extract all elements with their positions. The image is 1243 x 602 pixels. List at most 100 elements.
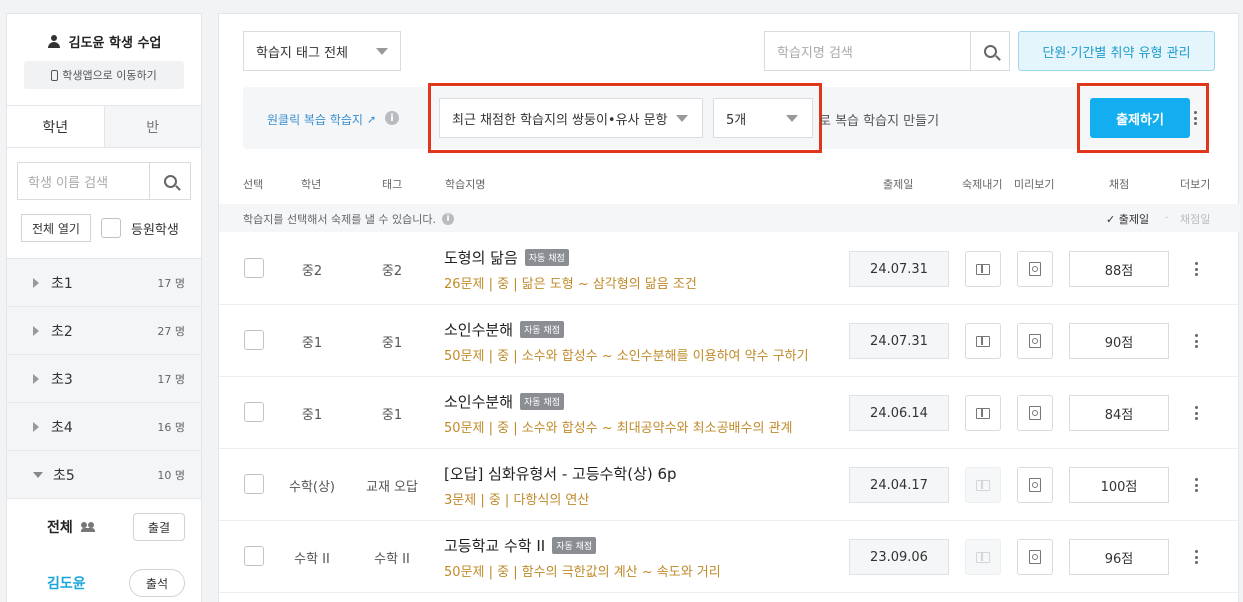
row-title[interactable]: [오답] 심화유형서 - 고등수학(상) 6p bbox=[444, 463, 677, 484]
row-title[interactable]: 고등학교 수학 II 자동 채점 bbox=[444, 535, 597, 556]
row-checkbox[interactable] bbox=[244, 402, 264, 422]
preview-icon bbox=[1029, 478, 1041, 492]
preview-button[interactable] bbox=[1017, 539, 1053, 575]
row-score[interactable]: 100점 bbox=[1069, 467, 1169, 503]
review-type-value: 최근 채점한 학습지의 쌍둥이•유사 문항 bbox=[452, 112, 668, 128]
profile-name: 김도윤 학생 수업 bbox=[68, 36, 162, 51]
more-icon[interactable] bbox=[1194, 550, 1198, 564]
search-icon bbox=[163, 174, 177, 188]
header-preview: 미리보기 bbox=[1014, 178, 1055, 191]
open-all-button[interactable]: 전체 열기 bbox=[21, 214, 91, 242]
row-date[interactable]: 24.04.17 bbox=[849, 467, 949, 503]
chevron-down-icon bbox=[676, 114, 688, 122]
review-type-select[interactable]: 최근 채점한 학습지의 쌍둥이•유사 문항 bbox=[439, 98, 703, 138]
row-checkbox[interactable] bbox=[244, 546, 264, 566]
grade-item[interactable]: 초4 16 명 bbox=[7, 403, 201, 451]
more-icon[interactable] bbox=[1194, 262, 1198, 276]
row-date[interactable]: 24.07.31 bbox=[849, 323, 949, 359]
header-grade: 학년 bbox=[301, 178, 322, 191]
book-icon bbox=[976, 479, 990, 491]
all-students-label: 전체 bbox=[47, 520, 73, 536]
more-icon[interactable] bbox=[1193, 111, 1197, 125]
attendance-button[interactable]: 출석 bbox=[128, 569, 185, 597]
table-row[interactable]: 중2 중2 도형의 닮음 자동 채점 26문제 | 중 | 닮은 도형 ~ 삼각… bbox=[219, 233, 1240, 305]
sort-by-date[interactable]: ✓ 출제일 bbox=[1106, 211, 1149, 227]
preview-button[interactable] bbox=[1017, 323, 1053, 359]
row-score[interactable]: 88점 bbox=[1069, 251, 1169, 287]
tab-class[interactable]: 반 bbox=[104, 106, 201, 147]
student-item[interactable]: 김도윤 출석 bbox=[7, 555, 201, 602]
book-icon bbox=[976, 551, 990, 563]
student-search: 학생 이름 검색 bbox=[17, 162, 191, 200]
row-title[interactable]: 소인수분해 자동 채점 bbox=[444, 319, 564, 340]
preview-button[interactable] bbox=[1017, 467, 1053, 503]
info-icon[interactable]: i bbox=[385, 111, 399, 125]
book-icon bbox=[976, 335, 990, 347]
expand-arrow-icon bbox=[33, 373, 39, 384]
row-desc: 26문제 | 중 | 닮은 도형 ~ 삼각형의 닮음 조건 bbox=[444, 277, 697, 292]
table-row[interactable]: 중1 중1 소인수분해 자동 채점 50문제 | 중 | 소수와 합성수 ~ 최… bbox=[219, 377, 1240, 449]
row-checkbox[interactable] bbox=[244, 330, 264, 350]
student-search-input[interactable]: 학생 이름 검색 bbox=[17, 162, 149, 200]
sort-by-graded[interactable]: 채점일 bbox=[1180, 211, 1210, 227]
homework-button[interactable] bbox=[965, 323, 1001, 359]
more-icon[interactable] bbox=[1194, 334, 1198, 348]
row-score[interactable]: 90점 bbox=[1069, 323, 1169, 359]
row-grade: 수학 II bbox=[294, 552, 330, 567]
row-date[interactable]: 24.06.14 bbox=[849, 395, 949, 431]
grade-item[interactable]: 초5 10 명 bbox=[7, 451, 201, 499]
row-title[interactable]: 도형의 닮음 자동 채점 bbox=[444, 247, 569, 268]
row-title-text: 고등학교 수학 II bbox=[444, 537, 546, 555]
preview-icon bbox=[1029, 406, 1041, 420]
row-tag: 중2 bbox=[381, 264, 403, 279]
profile-header: 김도윤 학생 수업 학생앱으로 이동하기 bbox=[7, 14, 201, 106]
chevron-down-icon bbox=[376, 47, 388, 55]
row-date[interactable]: 24.07.31 bbox=[849, 251, 949, 287]
app: 김도윤 학생 수업 학생앱으로 이동하기 학년 반 학생 이름 검색 전체 열기… bbox=[0, 0, 1243, 602]
grade-item[interactable]: 초1 17 명 bbox=[7, 259, 201, 307]
homework-button[interactable] bbox=[965, 395, 1001, 431]
table-row[interactable]: 수학(상) 교재 오답 [오답] 심화유형서 - 고등수학(상) 6p 3문제 … bbox=[219, 449, 1240, 521]
sidebar-controls: 전체 열기 등원학생 bbox=[21, 214, 191, 242]
row-title[interactable]: 소인수분해 자동 채점 bbox=[444, 391, 564, 412]
notice-bar: 학습지를 선택해서 숙제를 낼 수 있습니다. i ✓ 출제일 · 채점일 bbox=[219, 204, 1240, 232]
preview-icon bbox=[1029, 550, 1041, 564]
assign-button[interactable]: 출제하기 bbox=[1090, 98, 1190, 138]
homework-button-disabled bbox=[965, 467, 1001, 503]
row-checkbox[interactable] bbox=[244, 474, 264, 494]
notice-message: 학습지를 선택해서 숙제를 낼 수 있습니다. bbox=[243, 213, 437, 226]
table-header: 선택 학년 태그 학습지명 출제일 숙제내기 미리보기 채점 더보기 bbox=[219, 176, 1240, 202]
worksheet-search-button[interactable] bbox=[970, 31, 1010, 71]
row-date[interactable]: 23.09.06 bbox=[849, 539, 949, 575]
attendance-all-button[interactable]: 출결 bbox=[132, 513, 185, 541]
grade-item[interactable]: 초3 17 명 bbox=[7, 355, 201, 403]
homework-button[interactable] bbox=[965, 251, 1001, 287]
group-icon bbox=[80, 522, 95, 532]
tag-filter-select[interactable]: 학습지 태그 전체 bbox=[243, 31, 401, 71]
review-count-select[interactable]: 5개 bbox=[713, 98, 813, 138]
sort-separator: · bbox=[1165, 211, 1169, 224]
one-click-review-text: 원클릭 복습 학습지 bbox=[267, 113, 363, 127]
expand-arrow-icon bbox=[33, 325, 39, 336]
row-checkbox[interactable] bbox=[244, 258, 264, 278]
row-score[interactable]: 84점 bbox=[1069, 395, 1169, 431]
table-row[interactable]: 수학 II 수학 II 고등학교 수학 II 자동 채점 50문제 | 중 | … bbox=[219, 521, 1240, 593]
worksheet-search-input[interactable]: 학습지명 검색 bbox=[764, 31, 970, 71]
preview-button[interactable] bbox=[1017, 251, 1053, 287]
weak-type-manage-button[interactable]: 단원·기간별 취약 유형 관리 bbox=[1018, 31, 1215, 71]
tab-grade[interactable]: 학년 bbox=[7, 106, 105, 147]
student-search-button[interactable] bbox=[149, 162, 191, 200]
table-row[interactable]: 중1 중1 소인수분해 자동 채점 50문제 | 중 | 소수와 합성수 ~ 소… bbox=[219, 305, 1240, 377]
move-to-student-app-button[interactable]: 학생앱으로 이동하기 bbox=[24, 61, 184, 89]
enrolled-label: 등원학생 bbox=[130, 222, 179, 238]
book-icon bbox=[976, 263, 990, 275]
preview-button[interactable] bbox=[1017, 395, 1053, 431]
more-icon[interactable] bbox=[1194, 478, 1198, 492]
more-icon[interactable] bbox=[1194, 406, 1198, 420]
row-score[interactable]: 96점 bbox=[1069, 539, 1169, 575]
row-desc: 3문제 | 중 | 다항식의 연산 bbox=[444, 493, 590, 508]
info-icon[interactable]: i bbox=[442, 213, 455, 225]
grade-item[interactable]: 초2 27 명 bbox=[7, 307, 201, 355]
enrolled-checkbox[interactable] bbox=[100, 218, 121, 238]
all-students-row[interactable]: 전체 출결 bbox=[7, 499, 201, 555]
